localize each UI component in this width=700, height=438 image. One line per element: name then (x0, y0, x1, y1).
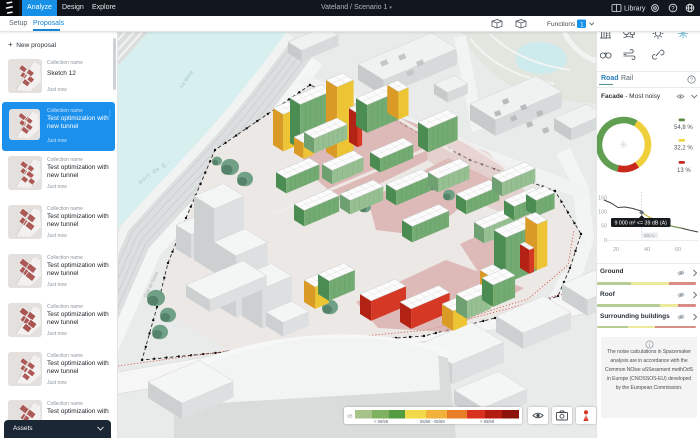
svg-text:Functions: Functions (547, 21, 576, 28)
svg-text:> 65/68: > 65/68 (480, 419, 495, 424)
svg-text:54,8 %: 54,8 % (674, 125, 693, 131)
svg-text:0: 0 (604, 238, 607, 244)
svg-text:?: ? (690, 78, 693, 84)
svg-text:32,2 %: 32,2 % (674, 146, 693, 152)
svg-text:100: 100 (598, 210, 607, 216)
svg-text:13 %: 13 % (677, 168, 691, 174)
svg-text:55/58 - 65/68: 55/58 - 65/68 (420, 419, 445, 424)
svg-text:dB: dB (347, 414, 353, 419)
svg-text:9 000 m² <= 39 dB (A): 9 000 m² <= 39 dB (A) (615, 221, 668, 227)
svg-text:< 55/58: < 55/58 (374, 419, 389, 424)
svg-text:i: i (649, 343, 650, 349)
svg-text:50: 50 (601, 224, 607, 230)
svg-text:Library: Library (624, 6, 646, 13)
svg-text:dB(A): dB(A) (644, 233, 655, 238)
svg-text:20: 20 (613, 247, 619, 253)
svg-text:60: 60 (675, 247, 681, 253)
svg-text:40: 40 (644, 247, 650, 253)
